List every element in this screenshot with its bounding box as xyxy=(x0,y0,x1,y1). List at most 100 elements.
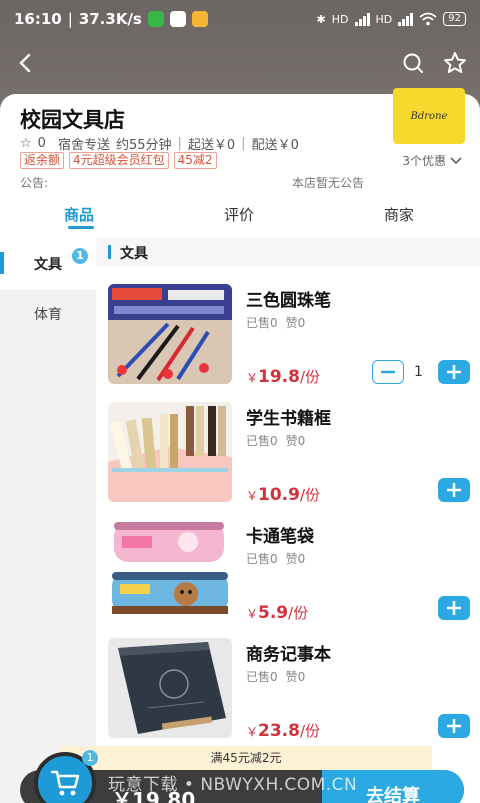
add-to-cart-button[interactable] xyxy=(438,360,470,384)
hd-label-1: HD xyxy=(331,12,349,26)
plus-icon xyxy=(447,719,461,733)
delivery-eta: 约55分钟 xyxy=(115,138,172,153)
category-active-bar xyxy=(0,252,4,274)
product-item[interactable]: 学生书籍框 已售0 赞0 ￥10.9/份 xyxy=(96,402,480,520)
product-stats: 已售0 赞0 xyxy=(246,314,305,331)
plus-icon xyxy=(447,365,461,379)
delivery-fee: 配送￥0 xyxy=(251,138,299,153)
product-stats: 已售0 赞0 xyxy=(246,550,305,567)
tab-merchant[interactable]: 商家 xyxy=(384,204,414,225)
price-unit: /份 xyxy=(288,604,309,622)
product-name: 学生书籍框 xyxy=(246,409,331,429)
chevron-down-icon xyxy=(450,156,462,164)
add-to-cart-button[interactable] xyxy=(438,478,470,502)
search-button[interactable] xyxy=(398,48,428,78)
category-sidebar: 文具 1 体育 xyxy=(0,238,96,803)
product-price: ￥23.8/份 xyxy=(246,720,320,741)
promo-tags: 返余额 4元超级会员红包 45减2 xyxy=(20,152,217,169)
product-image[interactable] xyxy=(108,402,232,502)
price-currency: ￥ xyxy=(246,725,259,739)
meta-divider: | xyxy=(241,136,246,151)
product-stats: 已售0 赞0 xyxy=(246,668,305,685)
wechat-icon xyxy=(147,11,164,27)
product-item[interactable]: 商务记事本 已售0 赞0 ￥23.8/份 xyxy=(96,638,480,756)
notice-label: 公告: xyxy=(20,176,49,190)
category-label: 文具 xyxy=(34,257,62,273)
shop-name: 校园文具店 xyxy=(20,108,125,132)
tab-reviews[interactable]: 评价 xyxy=(224,204,254,225)
notebook-image xyxy=(108,638,232,738)
product-image[interactable] xyxy=(108,520,232,620)
favorite-button[interactable] xyxy=(440,48,470,78)
shop-logo[interactable]: Bdrone xyxy=(393,88,465,144)
product-list: 文具 三色圆珠笔 已售0 赞0 ￥19.8/份 1 学生书籍框 已售0 赞0 ￥… xyxy=(96,238,480,803)
promo-tag: 4元超级会员红包 xyxy=(69,152,169,169)
message-icon xyxy=(191,11,208,27)
app-notification-icon xyxy=(169,11,186,27)
star-icon xyxy=(444,52,466,73)
category-item-stationery[interactable]: 文具 1 xyxy=(0,238,96,290)
section-title: 文具 xyxy=(120,246,148,262)
price-currency: ￥ xyxy=(246,371,259,385)
meta-divider: | xyxy=(177,136,182,151)
product-likes: 赞0 xyxy=(285,434,306,448)
shopping-cart-icon xyxy=(50,770,80,796)
product-name: 三色圆珠笔 xyxy=(246,291,331,311)
price-currency: ￥ xyxy=(246,607,259,621)
quantity-value: 1 xyxy=(414,364,423,380)
tab-goods[interactable]: 商品 xyxy=(64,204,94,225)
category-badge: 1 xyxy=(72,248,88,264)
product-price: ￥10.9/份 xyxy=(246,484,320,505)
status-net-speed: 37.3K/s xyxy=(78,10,142,28)
discount-tip: 满45元减2元 xyxy=(60,746,432,770)
signal-icon-2 xyxy=(398,12,414,26)
hd-label-2: HD xyxy=(375,12,393,26)
price-value: 5.9 xyxy=(258,603,289,623)
promo-more-button[interactable]: 3个优惠 xyxy=(402,152,462,169)
back-button[interactable] xyxy=(10,48,40,78)
search-icon xyxy=(403,53,423,73)
decrease-quantity-button[interactable] xyxy=(372,360,404,384)
add-to-cart-button[interactable] xyxy=(438,714,470,738)
status-time: 16:10 xyxy=(14,10,62,28)
price-unit: /份 xyxy=(299,368,321,386)
product-image[interactable] xyxy=(108,284,232,384)
product-sold: 已售0 xyxy=(246,434,278,448)
product-item[interactable]: 卡通笔袋 已售0 赞0 ￥5.9/份 xyxy=(96,520,480,638)
status-bar: 16:10 | 37.3K/s ✱ HD HD 92 xyxy=(0,0,480,38)
price-value: 23.8 xyxy=(258,721,300,741)
product-sold: 已售0 xyxy=(246,670,278,684)
promo-tag: 45减2 xyxy=(173,152,217,169)
product-image[interactable] xyxy=(108,638,232,738)
signal-icon-1 xyxy=(354,12,370,26)
product-price: ￥19.8/份 xyxy=(246,366,320,387)
delivery-type: 宿舍专送 xyxy=(57,138,110,153)
promo-more-label: 3个优惠 xyxy=(402,154,446,168)
category-label: 体育 xyxy=(34,307,62,323)
price-unit: /份 xyxy=(299,486,321,504)
product-name: 卡通笔袋 xyxy=(246,527,314,547)
price-value: 10.9 xyxy=(258,485,300,505)
product-likes: 赞0 xyxy=(285,552,306,566)
plus-icon xyxy=(447,483,461,497)
chevron-left-icon xyxy=(19,53,31,73)
notice-text: 本店暂无公告 xyxy=(292,176,365,190)
min-order: 起送￥0 xyxy=(187,138,236,153)
product-likes: 赞0 xyxy=(285,670,306,684)
book-box-image xyxy=(108,402,232,502)
price-currency: ￥ xyxy=(246,489,259,503)
product-item[interactable]: 三色圆珠笔 已售0 赞0 ￥19.8/份 1 xyxy=(96,284,480,402)
bluetooth-icon: ✱ xyxy=(316,12,326,26)
pencil-case-image xyxy=(108,520,232,620)
product-sold: 已售0 xyxy=(246,316,278,330)
category-item-sports[interactable]: 体育 xyxy=(0,288,96,340)
product-sold: 已售0 xyxy=(246,552,278,566)
shop-meta: ☆ 0 宿舍专送 约55分钟 | 起送￥0 | 配送￥0 xyxy=(20,134,299,153)
price-value: 19.8 xyxy=(258,367,300,387)
cart-count-badge: 1 xyxy=(82,750,98,766)
like-icon[interactable]: ☆ xyxy=(20,136,32,151)
minus-icon xyxy=(381,370,395,374)
wifi-icon xyxy=(419,12,437,26)
product-price: ￥5.9/份 xyxy=(246,602,308,623)
add-to-cart-button[interactable] xyxy=(438,596,470,620)
